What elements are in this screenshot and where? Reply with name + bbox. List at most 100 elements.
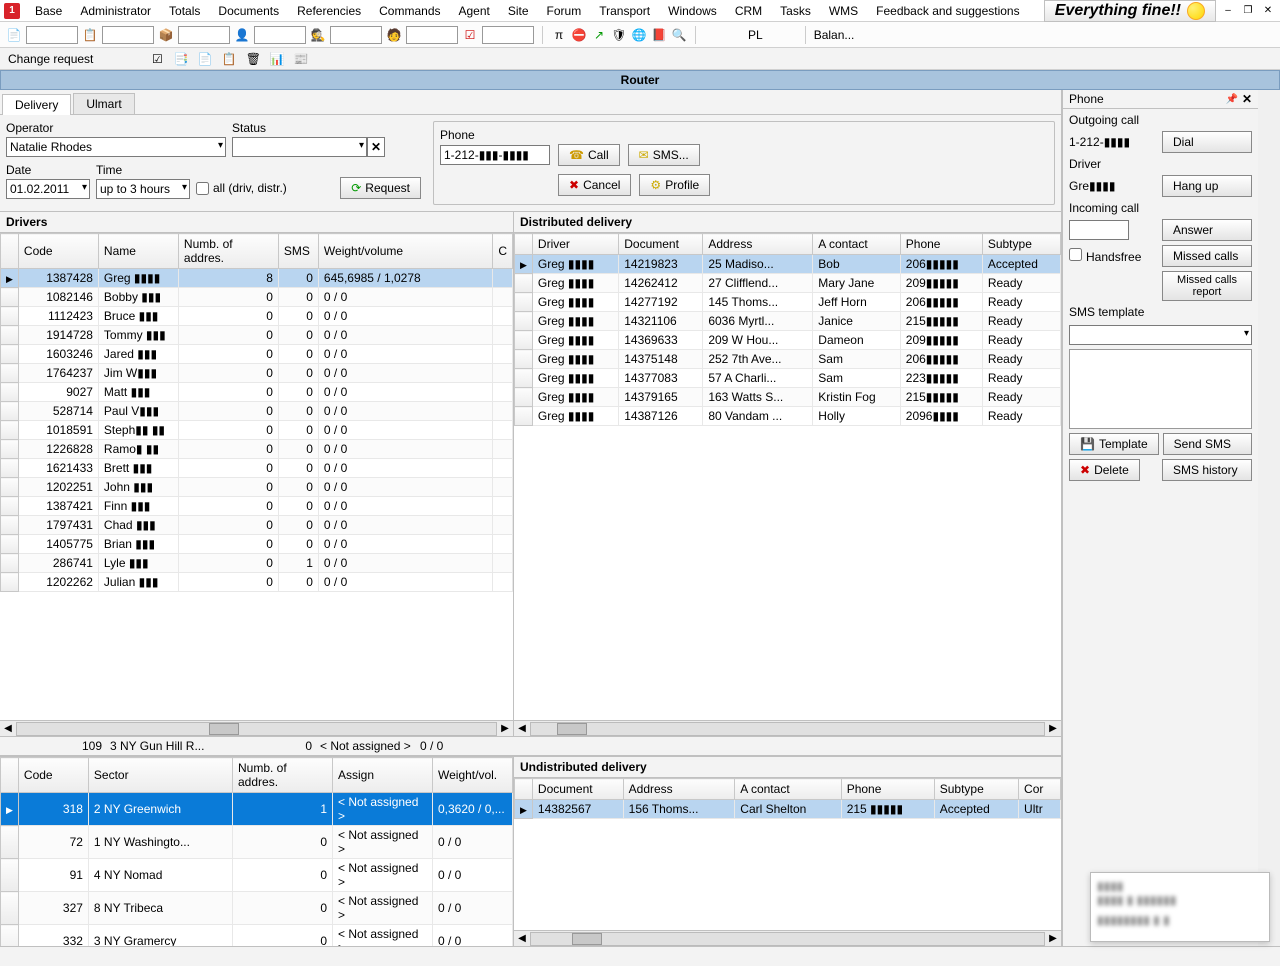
menu-tasks[interactable]: Tasks: [771, 1, 820, 21]
menu-feedback-and-suggestions[interactable]: Feedback and suggestions: [867, 1, 1028, 21]
table-row[interactable]: Greg ▮▮▮▮14277192145 Thoms...Jeff Horn20…: [515, 293, 1061, 312]
toolbar-icon-4[interactable]: 👤: [234, 27, 250, 43]
table-row[interactable]: 528714Paul V▮▮▮000 / 0: [1, 402, 513, 421]
close-button[interactable]: ✕: [1260, 5, 1276, 16]
cb-icon-5[interactable]: 🗑: [245, 51, 261, 67]
menu-crm[interactable]: CRM: [726, 1, 771, 21]
restore-button[interactable]: ❐: [1240, 5, 1256, 16]
toolbar-input-6[interactable]: [406, 26, 458, 44]
cancel-button[interactable]: ✖Cancel: [558, 174, 631, 196]
col-sector[interactable]: Sector: [88, 758, 232, 793]
table-row[interactable]: Greg ▮▮▮▮1437708357 A Charli...Sam223▮▮▮…: [515, 369, 1061, 388]
status-select[interactable]: [232, 137, 367, 157]
col-udoc[interactable]: Document: [532, 779, 623, 800]
cb-icon-6[interactable]: 📊: [269, 51, 285, 67]
template-button[interactable]: 💾Template: [1069, 433, 1159, 455]
menu-windows[interactable]: Windows: [659, 1, 726, 21]
table-row[interactable]: 1202251John ▮▮▮000 / 0: [1, 478, 513, 497]
toolbar-icon-2[interactable]: 📋: [82, 27, 98, 43]
table-row[interactable]: Greg ▮▮▮▮1426241227 Clifflend...Mary Jan…: [515, 274, 1061, 293]
menu-administrator[interactable]: Administrator: [71, 1, 160, 21]
tab-delivery[interactable]: Delivery: [2, 94, 71, 115]
col-address[interactable]: Address: [703, 234, 813, 255]
distributed-grid[interactable]: Driver Document Address A contact Phone …: [514, 233, 1061, 720]
col-usub[interactable]: Subtype: [934, 779, 1018, 800]
cb-icon-1[interactable]: ☑: [149, 51, 165, 67]
table-row[interactable]: Greg ▮▮▮▮143211066036 Myrtl...Janice215▮…: [515, 312, 1061, 331]
toolbar-icon-7[interactable]: ☑: [462, 27, 478, 43]
table-row[interactable]: 1112423Bruce ▮▮▮000 / 0: [1, 307, 513, 326]
table-row[interactable]: 9027Matt ▮▮▮000 / 0: [1, 383, 513, 402]
menu-wms[interactable]: WMS: [820, 1, 867, 21]
col-phone[interactable]: Phone: [900, 234, 982, 255]
send-sms-button[interactable]: Send SMS: [1163, 433, 1252, 455]
toolbar-input-1[interactable]: [26, 26, 78, 44]
col-sms[interactable]: SMS: [278, 234, 318, 269]
incoming-input[interactable]: [1069, 220, 1129, 240]
col-scode[interactable]: Code: [18, 758, 88, 793]
toolbar-icon-6[interactable]: 🧑: [386, 27, 402, 43]
sms-button[interactable]: ✉SMS...: [628, 144, 700, 166]
all-checkbox[interactable]: [196, 182, 209, 195]
no-entry-icon[interactable]: ⛔: [571, 27, 587, 43]
drivers-grid[interactable]: Code Name Numb. of addres. SMS Weight/vo…: [0, 233, 513, 720]
handsfree-label[interactable]: Handsfree: [1069, 248, 1141, 264]
cb-icon-4[interactable]: 📋: [221, 51, 237, 67]
col-subtype[interactable]: Subtype: [982, 234, 1060, 255]
toolbar-icon-1[interactable]: 📄: [6, 27, 22, 43]
call-button[interactable]: ☎Call: [558, 144, 620, 166]
tab-ulmart[interactable]: Ulmart: [73, 93, 134, 114]
col-wv[interactable]: Weight/volume: [318, 234, 492, 269]
col-code[interactable]: Code: [18, 234, 98, 269]
phone-input[interactable]: [440, 145, 550, 165]
drivers-hscroll[interactable]: ◀▶: [0, 720, 513, 736]
dist-hscroll[interactable]: ◀▶: [514, 720, 1061, 736]
minimize-button[interactable]: –: [1220, 5, 1236, 16]
notification-popup[interactable]: ▮▮▮▮ ▮▮▮▮ ▮ ▮▮▮▮▮▮ ▮▮▮▮▮▮▮▮ ▮ ▮: [1090, 872, 1270, 942]
toolbar-input-5[interactable]: [330, 26, 382, 44]
col-c[interactable]: C: [493, 234, 513, 269]
table-row[interactable]: 1764237Jim W▮▮▮000 / 0: [1, 364, 513, 383]
sms-history-button[interactable]: SMS history: [1162, 459, 1252, 481]
delete-button[interactable]: ✖Delete: [1069, 459, 1140, 481]
menu-forum[interactable]: Forum: [538, 1, 591, 21]
table-row[interactable]: 3323 NY Gramercy0< Not assigned >0 / 0: [1, 925, 513, 947]
cb-icon-3[interactable]: 📄: [197, 51, 213, 67]
col-driver[interactable]: Driver: [532, 234, 618, 255]
table-row[interactable]: Greg ▮▮▮▮14379165163 Watts S...Kristin F…: [515, 388, 1061, 407]
menu-commands[interactable]: Commands: [370, 1, 449, 21]
table-row[interactable]: 1797431Chad ▮▮▮000 / 0: [1, 516, 513, 535]
toolbar-icon-3[interactable]: 📦: [158, 27, 174, 43]
table-row[interactable]: 286741Lyle ▮▮▮010 / 0: [1, 554, 513, 573]
table-row[interactable]: 721 NY Washingto...0< Not assigned >0 / …: [1, 826, 513, 859]
table-row[interactable]: 1226828Ramo▮ ▮▮000 / 0: [1, 440, 513, 459]
table-row[interactable]: 1082146Bobby ▮▮▮000 / 0: [1, 288, 513, 307]
table-row[interactable]: Greg ▮▮▮▮14375148252 7th Ave...Sam206▮▮▮…: [515, 350, 1061, 369]
menu-totals[interactable]: Totals: [160, 1, 209, 21]
cb-icon-7[interactable]: 📰: [293, 51, 309, 67]
table-row[interactable]: 3278 NY Tribeca0< Not assigned >0 / 0: [1, 892, 513, 925]
cb-icon-2[interactable]: 📑: [173, 51, 189, 67]
operator-select[interactable]: [6, 137, 226, 157]
col-doc[interactable]: Document: [619, 234, 703, 255]
menu-site[interactable]: Site: [499, 1, 538, 21]
book-icon[interactable]: 📕: [651, 27, 667, 43]
col-uaddr[interactable]: Address: [623, 779, 735, 800]
table-row[interactable]: Greg ▮▮▮▮1438712680 Vandam ...Holly2096▮…: [515, 407, 1061, 426]
table-row[interactable]: 14382567156 Thoms...Carl Shelton215 ▮▮▮▮…: [515, 800, 1061, 819]
missed-calls-button[interactable]: Missed calls: [1162, 245, 1252, 267]
toolbar-input-4[interactable]: [254, 26, 306, 44]
table-row[interactable]: Greg ▮▮▮▮1421982325 Madiso...Bob206▮▮▮▮▮…: [515, 255, 1061, 274]
table-row[interactable]: 1387428Greg ▮▮▮▮80645,6985 / 1,0278: [1, 269, 513, 288]
col-uphone[interactable]: Phone: [841, 779, 934, 800]
table-row[interactable]: Greg ▮▮▮▮14369633209 W Hou...Dameon209▮▮…: [515, 331, 1061, 350]
table-row[interactable]: 1405775Brian ▮▮▮000 / 0: [1, 535, 513, 554]
pin-icon[interactable]: 📌: [1225, 94, 1237, 105]
sms-textarea[interactable]: [1069, 349, 1252, 429]
col-ucontact[interactable]: A contact: [735, 779, 841, 800]
col-assign[interactable]: Assign: [333, 758, 433, 793]
col-name[interactable]: Name: [98, 234, 178, 269]
answer-button[interactable]: Answer: [1162, 219, 1252, 241]
col-swv[interactable]: Weight/vol.: [433, 758, 513, 793]
profile-button[interactable]: ⚙Profile: [639, 174, 710, 196]
